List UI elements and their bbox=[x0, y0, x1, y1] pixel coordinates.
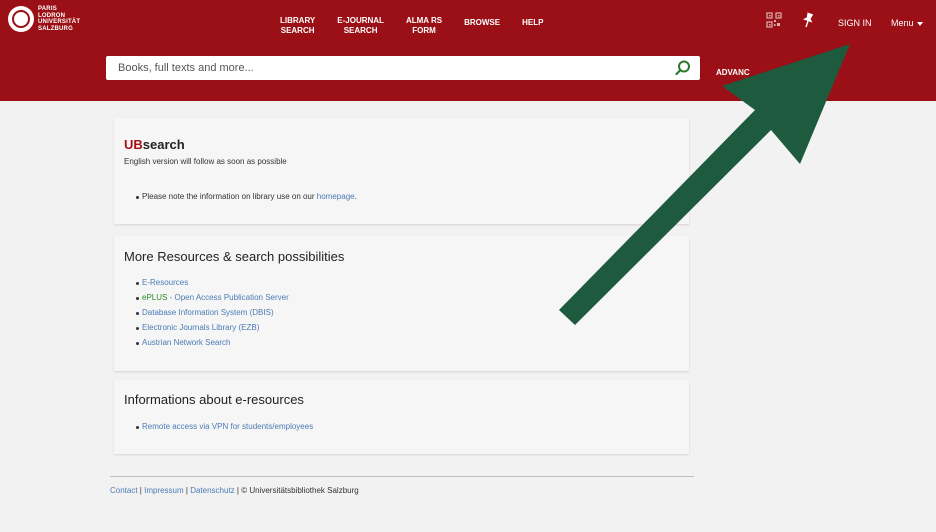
sign-in-link[interactable]: SIGN IN bbox=[838, 18, 872, 28]
list-item: Electronic Journals Library (EZB) bbox=[135, 323, 259, 332]
datenschutz-link[interactable]: Datenschutz bbox=[190, 486, 234, 495]
nav-alma-rs-form[interactable]: ALMA RS FORM bbox=[406, 16, 442, 36]
nav-browse[interactable]: BROWSE bbox=[464, 16, 500, 36]
search-bar bbox=[106, 56, 700, 80]
list-item: Database Information System (DBIS) bbox=[136, 308, 274, 317]
card-title-ubsearch: UBsearch bbox=[124, 137, 185, 152]
menu-label: Menu bbox=[891, 18, 914, 28]
eresources-info-card: Informations about e-resources Remote ac… bbox=[114, 380, 689, 454]
pin-icon[interactable] bbox=[801, 12, 815, 28]
list-item: ePLUS - Open Access Publication Server bbox=[136, 293, 289, 302]
logo-text: PARIS LODRON UNIVERSITÄT SALZBURG bbox=[38, 6, 81, 32]
main-nav: LIBRARY SEARCH E-JOURNAL SEARCH ALMA RS FOR… bbox=[280, 16, 565, 36]
nav-help[interactable]: HELP bbox=[522, 16, 543, 36]
university-logo[interactable]: PARIS LODRON UNIVERSITÄT SALZBURG bbox=[8, 6, 80, 32]
list-item: Remote access via VPN for students/emplo… bbox=[135, 422, 313, 431]
card-subtitle: English version will follow as soon as p… bbox=[124, 157, 287, 166]
eplus-link[interactable]: - Open Access Publication Server bbox=[167, 293, 289, 302]
seal-icon bbox=[8, 6, 34, 32]
card-title-eresources-info: Informations about e-resources bbox=[124, 392, 304, 407]
search-icon[interactable] bbox=[674, 59, 692, 77]
nav-library-search[interactable]: LIBRARY SEARCH bbox=[280, 16, 315, 36]
homepage-link[interactable]: homepage bbox=[317, 192, 355, 201]
list-item: E-Resources bbox=[135, 278, 188, 287]
menu-button[interactable]: Menu bbox=[891, 18, 923, 28]
e-resources-link[interactable]: E-Resources bbox=[142, 278, 188, 287]
austrian-network-search-link[interactable]: Austrian Network Search bbox=[142, 338, 230, 347]
resources-card: More Resources & search possibilities E-… bbox=[114, 236, 689, 371]
footer: Contact | Impressum | Datenschutz | © Un… bbox=[110, 486, 359, 495]
dbis-link[interactable]: Database Information System (DBIS) bbox=[142, 308, 274, 317]
eplus-label[interactable]: ePLUS bbox=[142, 293, 167, 302]
contact-link[interactable]: Contact bbox=[110, 486, 138, 495]
nav-ejournal-search[interactable]: E-JOURNAL SEARCH bbox=[337, 16, 384, 36]
qr-code-icon[interactable] bbox=[766, 12, 782, 28]
list-item: Austrian Network Search bbox=[135, 338, 230, 347]
top-bar: PARIS LODRON UNIVERSITÄT SALZBURG LIBRAR… bbox=[0, 0, 936, 101]
ezb-link[interactable]: Electronic Journals Library (EZB) bbox=[142, 323, 259, 332]
copyright-text: © Universitätsbibliothek Salzburg bbox=[241, 486, 359, 495]
footer-divider bbox=[110, 476, 694, 477]
chevron-down-icon bbox=[916, 21, 923, 26]
ubsearch-card: UBsearch English version will follow as … bbox=[114, 118, 689, 224]
list-item: Please note the information on library u… bbox=[136, 192, 357, 201]
search-input[interactable] bbox=[106, 62, 674, 74]
card-title-resources: More Resources & search possibilities bbox=[124, 249, 345, 264]
impressum-link[interactable]: Impressum bbox=[144, 486, 184, 495]
advanced-search-link[interactable]: ADVANC bbox=[716, 68, 750, 77]
vpn-remote-access-link[interactable]: Remote access via VPN for students/emplo… bbox=[142, 422, 313, 431]
